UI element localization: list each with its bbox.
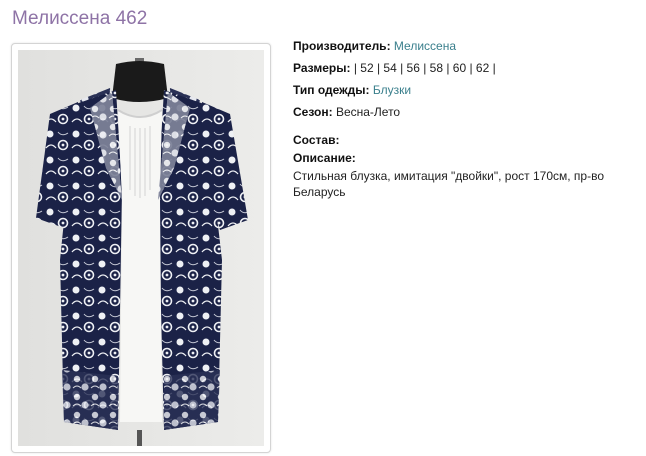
- blouse-image: [18, 50, 264, 446]
- description-row: Описание:: [293, 150, 638, 166]
- season-row: Сезон: Весна-Лето: [293, 104, 638, 120]
- product-page: Мелиссена 462 Производитель: Мелиссена Р…: [0, 0, 646, 456]
- season-value: Весна-Лето: [335, 105, 401, 119]
- composition-label: Состав:: [293, 133, 340, 147]
- product-title: Мелиссена 462: [12, 8, 148, 29]
- manufacturer-label: Производитель:: [293, 39, 391, 53]
- product-photo-frame[interactable]: [11, 43, 271, 453]
- sizes-value: | 52 | 54 | 56 | 58 | 60 | 62 |: [353, 61, 496, 75]
- clothing-type-row: Тип одежды: Блузки: [293, 82, 638, 98]
- description-label: Описание:: [293, 151, 356, 165]
- clothing-type-label: Тип одежды:: [293, 83, 370, 97]
- description-text: Стильная блузка, имитация "двойки", рост…: [293, 169, 605, 199]
- sizes-row: Размеры: | 52 | 54 | 56 | 58 | 60 | 62 |: [293, 60, 638, 76]
- clothing-type-link[interactable]: Блузки: [373, 83, 411, 97]
- season-label: Сезон:: [293, 105, 333, 119]
- manufacturer-row: Производитель: Мелиссена: [293, 38, 638, 54]
- product-photo[interactable]: [18, 50, 264, 446]
- manufacturer-link[interactable]: Мелиссена: [394, 39, 456, 53]
- composition-row: Состав:: [293, 132, 638, 148]
- sizes-label: Размеры:: [293, 61, 351, 75]
- product-details: Производитель: Мелиссена Размеры: | 52 |…: [293, 38, 638, 200]
